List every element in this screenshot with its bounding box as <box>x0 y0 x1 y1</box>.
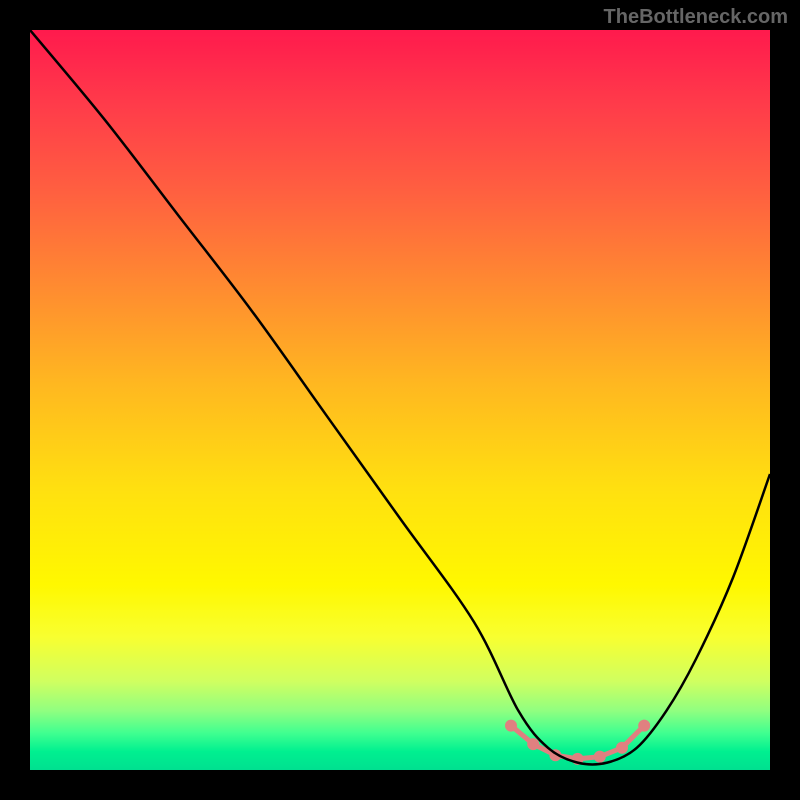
chart-svg <box>30 30 770 770</box>
optimal-marker <box>616 742 628 754</box>
optimal-marker <box>505 720 517 732</box>
optimal-marker <box>594 751 606 763</box>
optimal-marker <box>527 738 539 750</box>
optimal-marker <box>638 720 650 732</box>
chart-plot-area <box>30 30 770 770</box>
bottleneck-curve <box>30 30 770 764</box>
optimal-markers <box>505 720 650 765</box>
watermark-label: TheBottleneck.com <box>604 6 788 29</box>
